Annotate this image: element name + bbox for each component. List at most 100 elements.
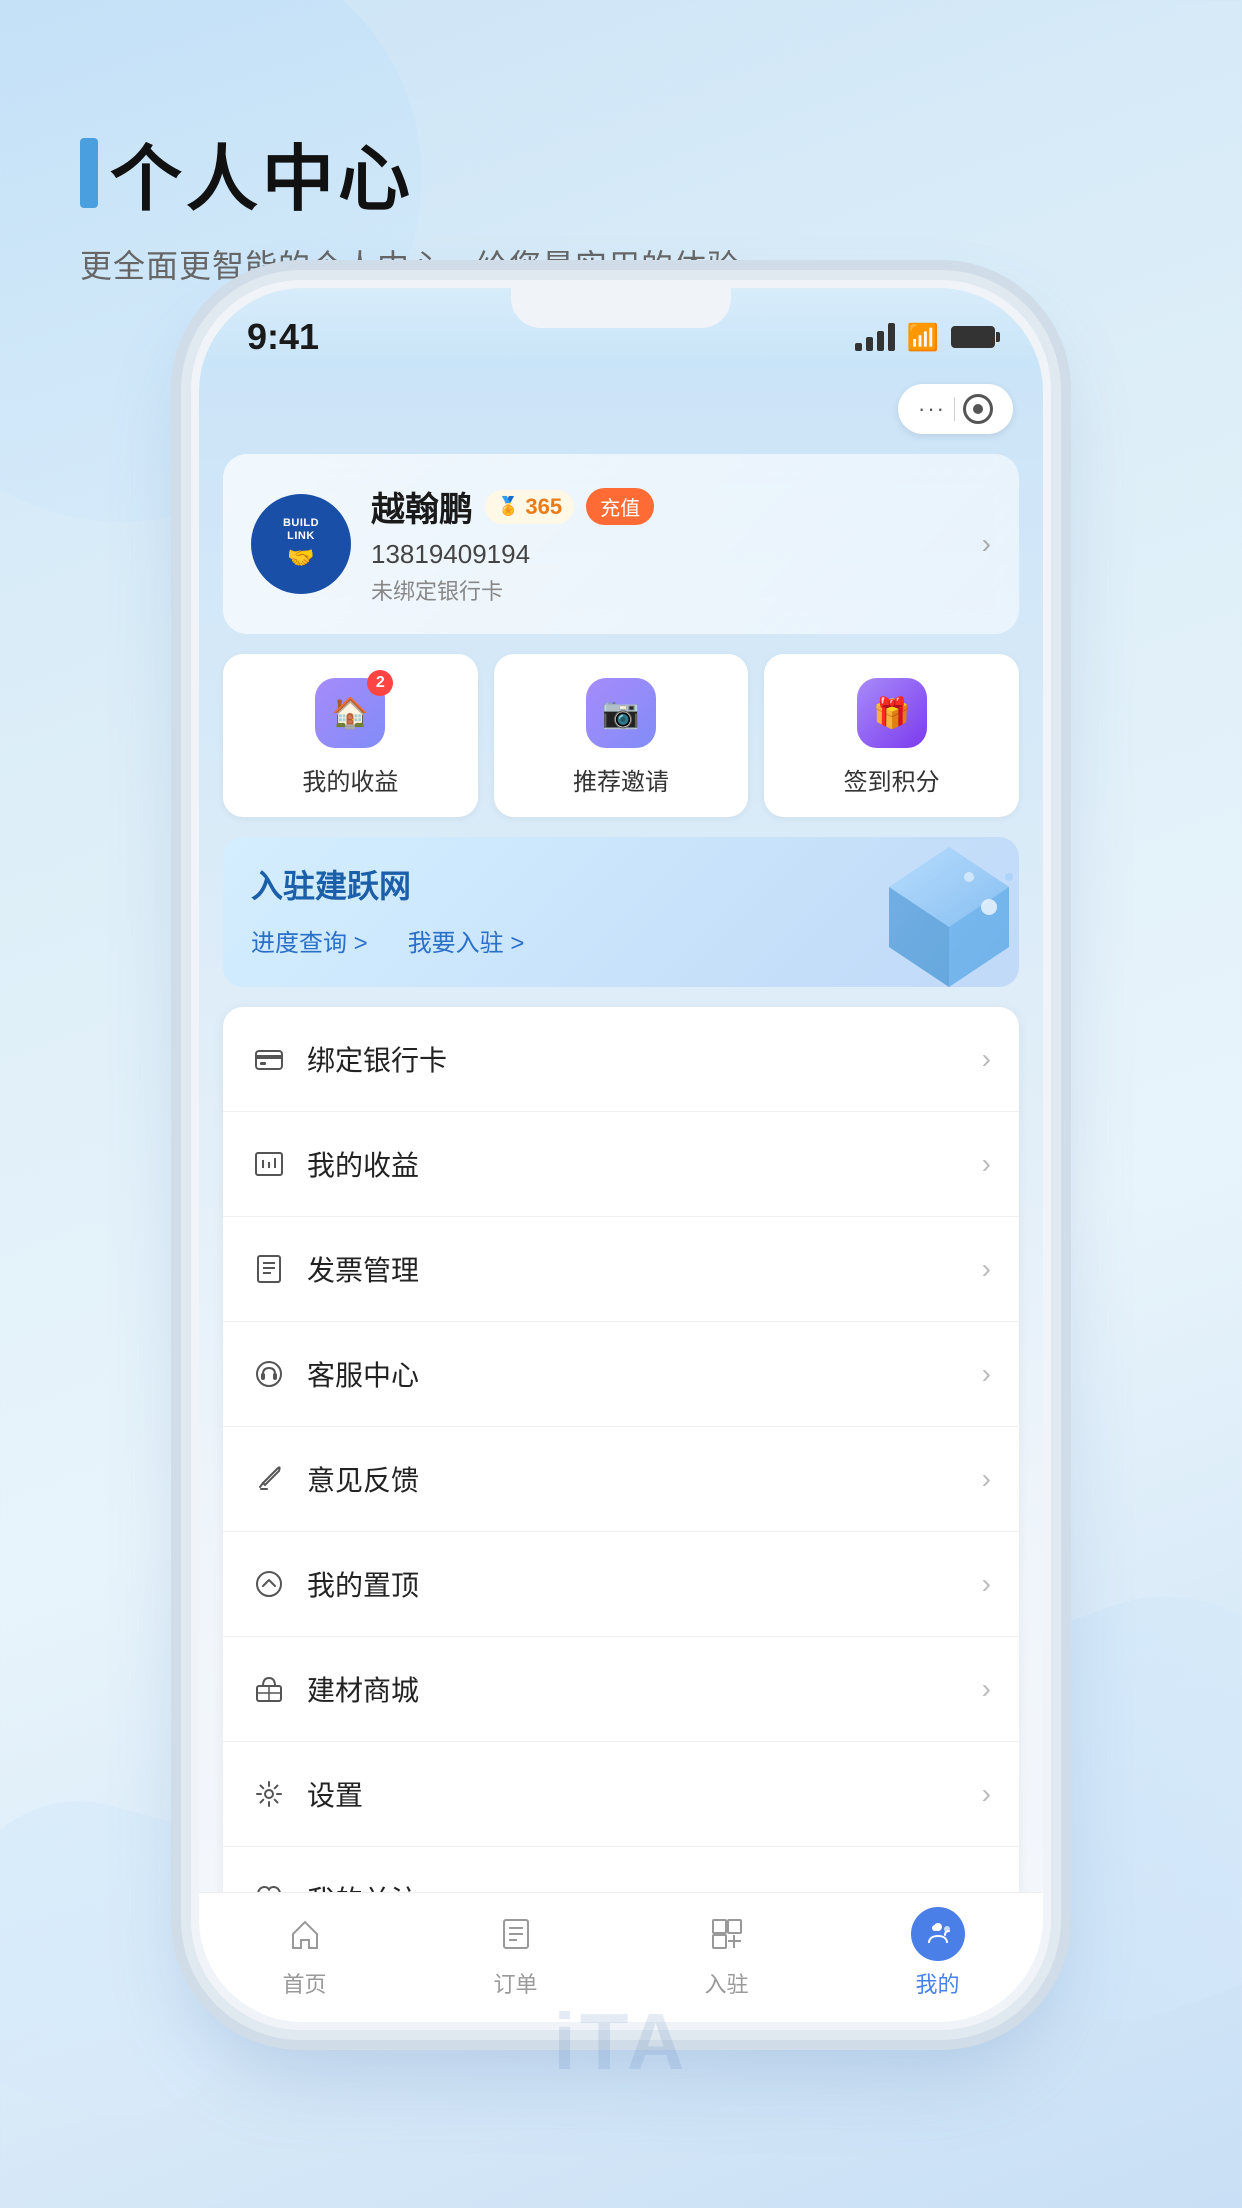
feedback-text: 意见反馈 [307,1459,962,1499]
earnings-arrow-icon: › [982,1148,991,1180]
earnings-label: 我的收益 [302,762,398,797]
mall-icon [251,1671,287,1707]
banner-link-progress[interactable]: 进度查询 > [251,923,368,958]
banner-link-join[interactable]: 我要入驻 > [408,923,525,958]
earnings-icon-wrap: 🏠 2 [315,678,385,748]
home-nav-label: 首页 [282,1967,326,1999]
nav-item-orders[interactable]: 订单 [489,1907,543,1999]
battery-icon [951,326,995,348]
divider [954,397,955,421]
bank-text: 绑定银行卡 [307,1039,962,1079]
quick-card-earnings[interactable]: 🏠 2 我的收益 [223,654,478,817]
logo-hands-icon: 🤝 [283,545,319,571]
checkin-label: 签到积分 [844,762,940,797]
signal-bar-3 [877,331,884,351]
phone-mockup: 9:41 📶 ··· [191,280,1051,2030]
service-text: 客服中心 [307,1354,962,1394]
earnings-icon: 🏠 [332,696,369,731]
menu-item-invoice[interactable]: 发票管理 › [223,1217,1019,1322]
profile-name-row: 越翰鹏 🏅 365 充值 [371,482,962,531]
invoice-text: 发票管理 [307,1249,962,1289]
power-button [1051,660,1063,740]
mall-text: 建材商城 [307,1669,962,1709]
status-icons: 📶 [855,322,995,353]
mine-nav-label: 我的 [915,1967,959,1999]
quick-card-checkin[interactable]: 🎁 签到积分 [764,654,1019,817]
nav-item-join[interactable]: 入驻 [700,1907,754,1999]
phone-frame: 9:41 📶 ··· [191,280,1051,2030]
mall-arrow-icon: › [982,1673,991,1705]
logo-text-build: BUILD [283,517,319,530]
menu-item-feedback[interactable]: 意见反馈 › [223,1427,1019,1532]
points-badge: 🏅 365 [485,490,574,524]
menu-item-top[interactable]: 我的置顶 › [223,1532,1019,1637]
profile-name: 越翰鹏 [371,482,473,531]
status-time: 9:41 [247,316,319,358]
home-nav-icon [278,1907,332,1961]
settings-menu-icon [251,1776,287,1812]
points-icon: 🏅 [497,496,519,517]
join-nav-label: 入驻 [704,1967,748,1999]
nav-item-mine[interactable]: 我的 [911,1907,965,1999]
logo-text-link: LINK [283,530,319,543]
invite-icon: 📷 [602,696,639,731]
menu-item-earnings[interactable]: 我的收益 › [223,1112,1019,1217]
profile-phone: 13819409194 [371,539,962,570]
service-icon [251,1356,287,1392]
profile-bank-status: 未绑定银行卡 [371,574,962,606]
mine-nav-icon [911,1907,965,1961]
menu-item-bank[interactable]: 绑定银行卡 › [223,1007,1019,1112]
bank-arrow-icon: › [982,1043,991,1075]
page-title: 个人中心 [110,120,414,225]
earnings-menu-text: 我的收益 [307,1144,962,1184]
settings-button[interactable]: ··· [898,384,1013,434]
recharge-button[interactable]: 充值 [586,488,654,525]
phone-notch [511,288,731,328]
title-accent [80,138,98,208]
invoice-icon [251,1251,287,1287]
invite-label: 推荐邀请 [573,762,669,797]
banner-decoration [859,837,1019,987]
volume-up-button [179,680,191,780]
checkin-icon-wrap: 🎁 [857,678,927,748]
page-header: 个人中心 更全面更智能的个人中心，给您最实用的体验 [80,120,740,287]
menu-item-mall[interactable]: 建材商城 › [223,1637,1019,1742]
menu-list: 绑定银行卡 › 我的收益 › [223,1007,1019,1951]
top-text: 我的置顶 [307,1564,962,1604]
feedback-arrow-icon: › [982,1463,991,1495]
join-banner[interactable]: 入驻建跃网 进度查询 > 我要入驻 > [223,837,1019,987]
signal-bar-1 [855,343,862,351]
join-nav-icon [700,1907,754,1961]
app-header: ··· [199,368,1043,444]
phone-screen: 9:41 📶 ··· [199,288,1043,2022]
quick-card-invite[interactable]: 📷 推荐邀请 [494,654,749,817]
points-value: 365 [525,494,562,520]
volume-down-button [179,810,191,910]
checkin-icon: 🎁 [873,696,910,731]
top-arrow-icon: › [982,1568,991,1600]
buildlink-logo: BUILD LINK 🤝 [256,499,346,589]
dots-icon: ··· [918,396,946,422]
phone-content: ··· BUILD LINK 🤝 [199,368,1043,2022]
signal-bar-2 [866,337,873,351]
wifi-icon: 📶 [907,322,939,353]
invoice-arrow-icon: › [982,1253,991,1285]
menu-item-service[interactable]: 客服中心 › [223,1322,1019,1427]
profile-arrow-icon: › [982,528,991,560]
page-title-bar: 个人中心 [80,120,740,225]
quick-actions: 🏠 2 我的收益 📷 推荐邀请 🎁 [223,654,1019,817]
bank-icon [251,1041,287,1077]
camera-icon [963,394,993,424]
top-icon [251,1566,287,1602]
settings-arrow-icon: › [982,1778,991,1810]
menu-item-settings[interactable]: 设置 › [223,1742,1019,1847]
profile-card[interactable]: BUILD LINK 🤝 越翰鹏 🏅 365 [223,454,1019,634]
feedback-icon [251,1461,287,1497]
signal-icon [855,323,895,351]
orders-nav-label: 订单 [493,1967,537,1999]
invite-icon-wrap: 📷 [586,678,656,748]
avatar: BUILD LINK 🤝 [251,494,351,594]
earnings-badge: 2 [367,670,393,696]
nav-item-home[interactable]: 首页 [278,1907,332,1999]
bottom-watermark: iTA [554,1996,689,2088]
